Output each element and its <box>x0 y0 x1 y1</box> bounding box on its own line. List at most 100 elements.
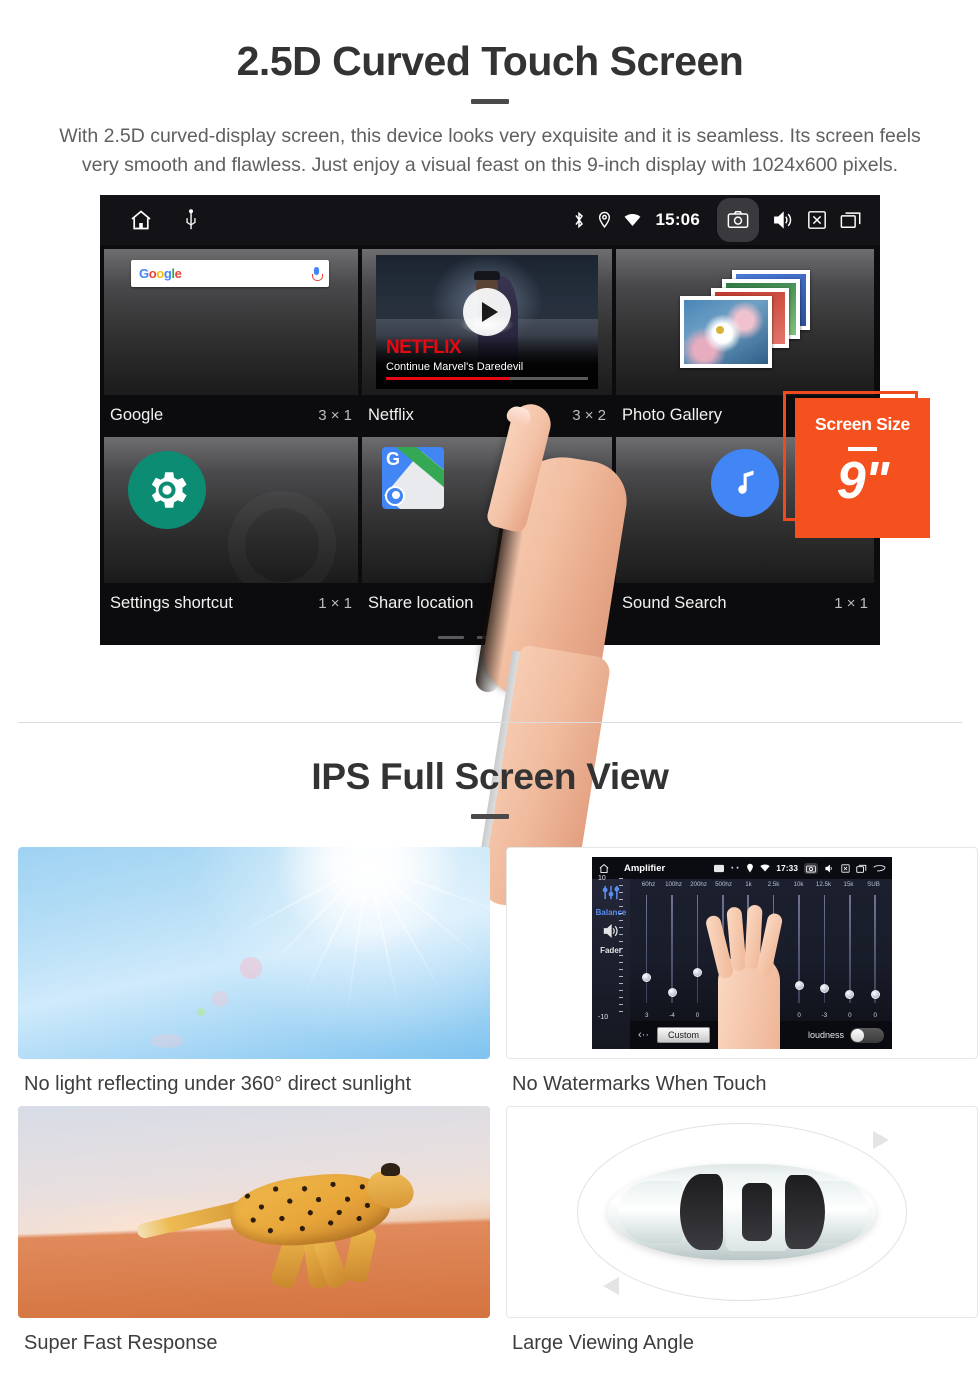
netflix-character-hat <box>474 270 500 280</box>
widget-name: Share location <box>368 594 474 613</box>
widget-share-location-preview[interactable]: G <box>362 436 612 583</box>
volume-icon[interactable] <box>824 863 835 873</box>
eq-value: -4 <box>669 1012 675 1019</box>
home-icon[interactable] <box>598 863 610 874</box>
gear-icon[interactable] <box>128 450 206 529</box>
netflix-artwork: NETFLIX Continue Marvel's Daredevil <box>376 254 598 389</box>
cheetah-ear <box>381 1163 401 1176</box>
widget-netflix-preview[interactable]: NETFLIX Continue Marvel's Daredevil <box>362 248 612 395</box>
lens-flare <box>197 1008 206 1017</box>
eq-slider[interactable] <box>685 895 710 1003</box>
wifi-icon <box>624 213 641 227</box>
eq-freq-label: 200hz <box>690 881 707 888</box>
car-sunroof <box>741 1182 772 1241</box>
eq-slider[interactable] <box>812 895 837 1003</box>
eq-slider[interactable] <box>659 895 684 1003</box>
music-note-icon[interactable] <box>711 448 779 517</box>
car-top-view <box>507 1107 977 1317</box>
back-icon[interactable] <box>873 864 886 873</box>
car-image <box>506 1106 978 1318</box>
car-body <box>608 1164 876 1260</box>
camera-icon[interactable] <box>804 862 818 874</box>
page-dot-2[interactable] <box>477 635 503 639</box>
play-icon[interactable] <box>463 288 511 337</box>
eq-slider-track <box>645 895 648 1003</box>
google-maps-icon[interactable]: G <box>382 446 444 509</box>
widget-settings-shortcut[interactable]: Settings shortcut 1 × 1 <box>104 436 358 622</box>
amplifier-screenshot: Amplifier ·· 17:33 Balance Fader 10 -10 … <box>592 857 892 1049</box>
back-arrow-icon[interactable]: ‹·· <box>638 1029 649 1041</box>
page-dot-1[interactable] <box>438 635 464 639</box>
eq-slider-knob[interactable] <box>667 987 677 997</box>
widget-google[interactable]: Google Google 3 × 1 <box>104 248 358 434</box>
microphone-icon[interactable] <box>312 266 323 281</box>
close-icon[interactable] <box>807 210 827 230</box>
volume-icon[interactable] <box>772 210 794 230</box>
eq-slider[interactable] <box>837 895 862 1003</box>
eq-freq-label: 500hz <box>715 881 732 888</box>
car-windshield-front <box>680 1173 724 1251</box>
close-icon[interactable] <box>841 863 850 873</box>
netflix-logo: NETFLIX <box>386 336 462 358</box>
widget-size: 1 × 1 <box>318 595 352 613</box>
widget-photo-gallery-preview[interactable] <box>616 248 874 395</box>
page-indicator[interactable] <box>438 635 542 639</box>
feature-card-viewing-angle: Large Viewing Angle <box>506 1106 978 1355</box>
widget-size: 1 × 1 <box>572 595 606 613</box>
rotation-arrow-right-icon <box>873 1131 889 1149</box>
photo-stack <box>680 269 810 374</box>
eq-freq-label: 15k <box>843 881 854 888</box>
widget-row-1: Google Google 3 × 1 NETFLIX Continue Mar… <box>104 248 876 434</box>
eq-slider-track <box>671 895 673 1003</box>
page-dot-3[interactable] <box>516 635 542 639</box>
widget-name: Photo Gallery <box>622 406 722 425</box>
eq-slider-knob[interactable] <box>870 990 880 1000</box>
eq-slider[interactable] <box>634 895 659 1003</box>
eq-slider-knob[interactable] <box>819 983 829 993</box>
cheetah-scene <box>18 1106 490 1318</box>
eq-slider-knob[interactable] <box>845 990 855 1000</box>
eq-slider[interactable] <box>863 895 888 1003</box>
screen-size-badge: Screen Size 9" <box>795 397 930 538</box>
feature-card-grid: No light reflecting under 360° direct su… <box>0 819 980 1355</box>
maps-person-pin-icon <box>385 485 405 506</box>
device-preview: 15:06 Google Google 3 × 1 NETFLIX Contin… <box>0 194 980 916</box>
lens-flare <box>239 957 262 980</box>
preset-button[interactable]: Custom <box>657 1027 711 1043</box>
widget-name: Google <box>110 406 164 425</box>
widget-settings-preview[interactable] <box>104 436 358 583</box>
eq-slider-knob[interactable] <box>642 972 652 982</box>
eq-slider-knob[interactable] <box>692 968 702 978</box>
recents-icon[interactable] <box>840 210 862 229</box>
widget-google-preview[interactable]: Google <box>104 248 358 395</box>
eq-scale-ticks <box>619 878 623 1018</box>
rotation-arrow-left-icon <box>603 1277 619 1295</box>
sun-ray <box>367 863 490 917</box>
feature-card-sunlight: No light reflecting under 360° direct su… <box>18 847 490 1096</box>
eq-scale-min: -10 <box>598 1014 609 1021</box>
loudness-toggle[interactable] <box>850 1027 884 1043</box>
camera-icon[interactable] <box>717 197 759 242</box>
widget-settings-meta: Settings shortcut 1 × 1 <box>104 583 358 619</box>
feature-card-fast-response: Super Fast Response <box>18 1106 490 1355</box>
eq-scale: 10 -10 <box>598 875 628 1021</box>
more-dots-icon: ·· <box>729 859 741 876</box>
photo-card-blossom <box>680 295 772 368</box>
car-windshield-rear <box>784 1174 826 1250</box>
screen-size-divider <box>848 446 877 451</box>
usb-icon[interactable] <box>184 208 198 231</box>
eq-value: 0 <box>848 1012 852 1019</box>
widget-share-location[interactable]: G Share location 1 × 1 <box>362 436 612 622</box>
recents-icon[interactable] <box>856 864 867 873</box>
eq-freq-label: 12.5k <box>815 881 832 888</box>
widget-netflix[interactable]: NETFLIX Continue Marvel's Daredevil Netf… <box>362 248 612 434</box>
widget-name: Settings shortcut <box>110 594 233 613</box>
home-icon[interactable] <box>128 208 154 232</box>
card-caption: No light reflecting under 360° direct su… <box>24 1073 412 1095</box>
lens-flare <box>211 991 228 1008</box>
amplifier-title: Amplifier <box>624 862 666 874</box>
loudness-control[interactable]: loudness <box>808 1027 884 1043</box>
google-search-box[interactable]: Google <box>131 259 329 287</box>
eq-frequency-labels: 60hz 100hz 200hz 500hz 1k 2.5k 10k 12.5k… <box>634 881 888 888</box>
status-bar: 15:06 <box>100 194 880 245</box>
